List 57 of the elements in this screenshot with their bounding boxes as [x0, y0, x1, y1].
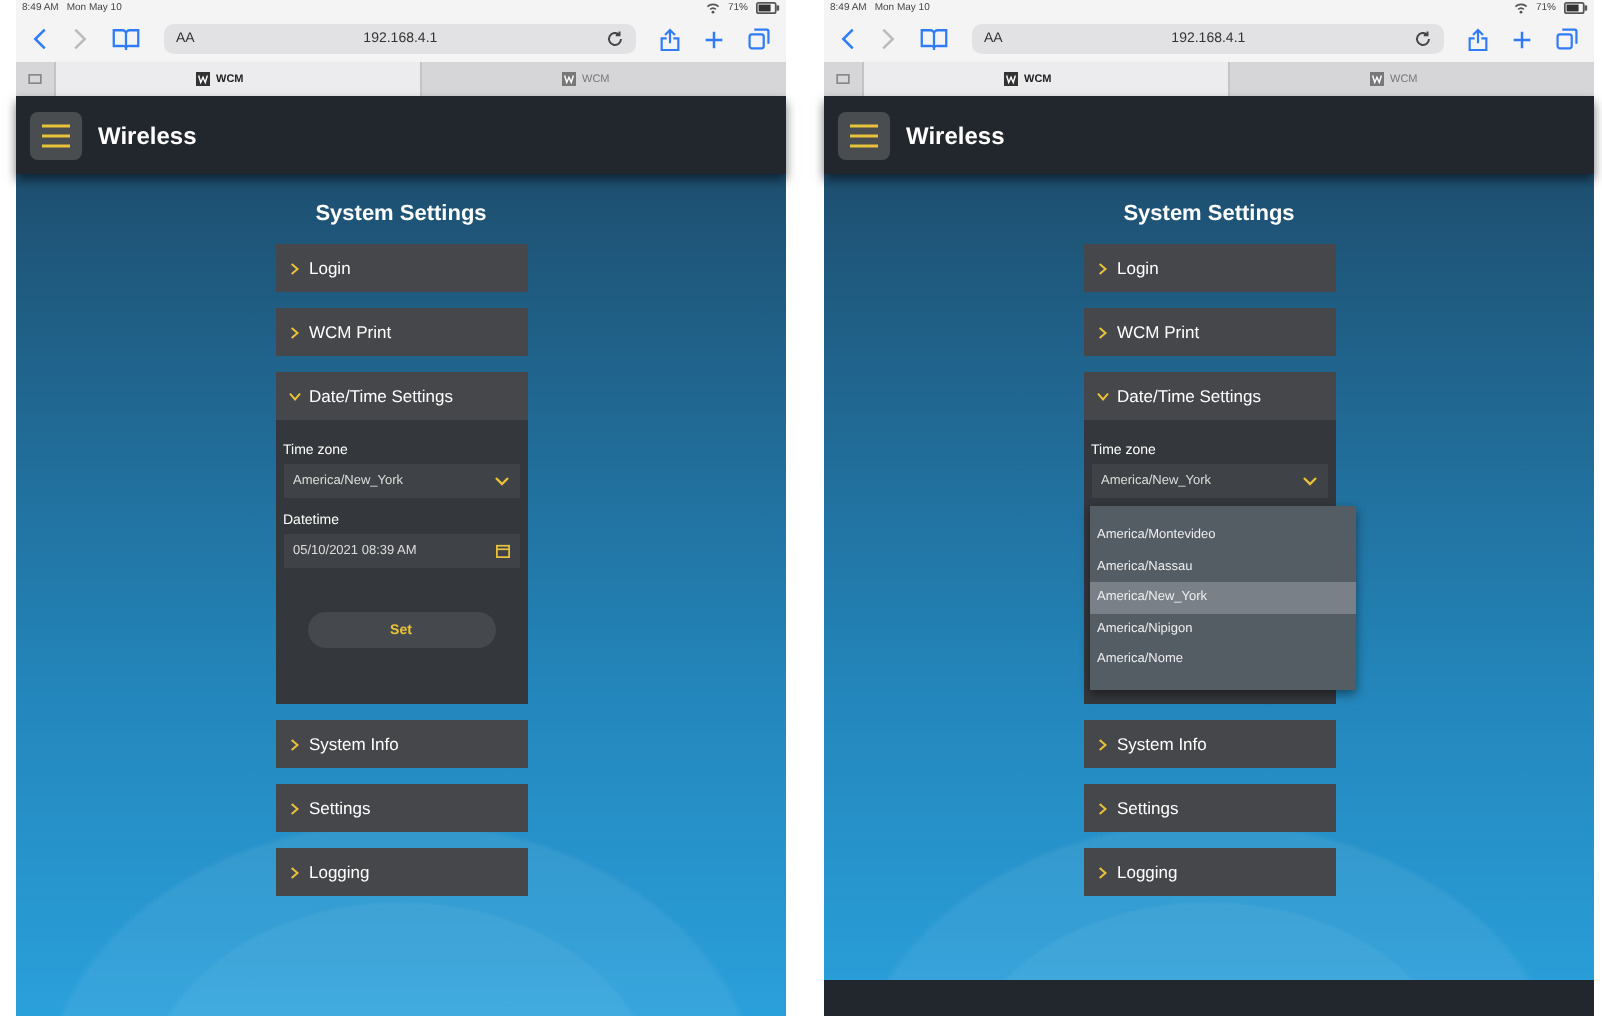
section-header[interactable]: Login — [275, 244, 527, 292]
chevron-icon — [289, 801, 299, 815]
tabs-icon[interactable] — [748, 28, 770, 50]
chevron-icon — [289, 261, 299, 275]
book-icon[interactable] — [112, 28, 140, 50]
battery-icon — [756, 2, 780, 14]
battery-icon — [1564, 2, 1588, 14]
tab-overview-icon[interactable] — [28, 74, 42, 84]
section-header[interactable]: Logging — [1083, 848, 1335, 896]
chevron-icon — [289, 737, 299, 751]
section-header[interactable]: Settings — [1083, 784, 1335, 832]
calendar-icon — [495, 544, 509, 558]
menu-button[interactable] — [838, 111, 890, 159]
chevron-icon — [289, 325, 299, 339]
logo-text: Wireless — [906, 121, 1005, 149]
w-logo-icon — [1370, 72, 1384, 86]
section-header[interactable]: Date/Time Settings — [1083, 372, 1335, 420]
section-header[interactable]: System Info — [1083, 720, 1335, 768]
section-header[interactable]: WCM Print — [1083, 308, 1335, 356]
section-header[interactable]: Logging — [275, 848, 527, 896]
reload-icon[interactable] — [606, 30, 624, 48]
wifi-icon — [705, 2, 720, 14]
menu-button[interactable] — [30, 111, 82, 159]
w-logo-icon — [562, 72, 576, 86]
wifi-icon — [1513, 2, 1528, 14]
book-icon[interactable] — [920, 28, 948, 50]
section-header[interactable]: System Info — [275, 720, 527, 768]
back-icon[interactable] — [840, 28, 856, 50]
menu-icon — [848, 123, 880, 147]
chevron-icon — [1097, 737, 1107, 751]
caret-icon — [493, 475, 509, 487]
caret-icon — [1301, 475, 1317, 487]
share-icon[interactable] — [1468, 27, 1488, 51]
tab-overview-icon[interactable] — [836, 74, 850, 84]
plus-icon[interactable] — [704, 29, 724, 49]
page-title: System Settings — [1123, 202, 1295, 226]
menu-icon — [40, 123, 72, 147]
section-header[interactable]: WCM Print — [275, 308, 527, 356]
share-icon[interactable] — [660, 27, 680, 51]
w-logo-icon — [196, 72, 210, 86]
chevron-icon — [1097, 865, 1107, 879]
chevron-icon — [1097, 261, 1107, 275]
section-header[interactable]: Settings — [275, 784, 527, 832]
chevron-icon — [1097, 325, 1107, 339]
back-icon[interactable] — [32, 28, 48, 50]
logo-text: Wireless — [98, 121, 197, 149]
chevron-icon — [1095, 391, 1109, 401]
chevron-icon — [1097, 801, 1107, 815]
section-header[interactable]: Login — [1083, 244, 1335, 292]
reload-icon[interactable] — [1414, 30, 1432, 48]
w-logo-icon — [1004, 72, 1018, 86]
section-header[interactable]: Date/Time Settings — [275, 372, 527, 420]
chevron-icon — [287, 391, 301, 401]
chevron-icon — [289, 865, 299, 879]
tabs-icon[interactable] — [1556, 28, 1578, 50]
page-title: System Settings — [315, 202, 487, 226]
plus-icon[interactable] — [1512, 29, 1532, 49]
